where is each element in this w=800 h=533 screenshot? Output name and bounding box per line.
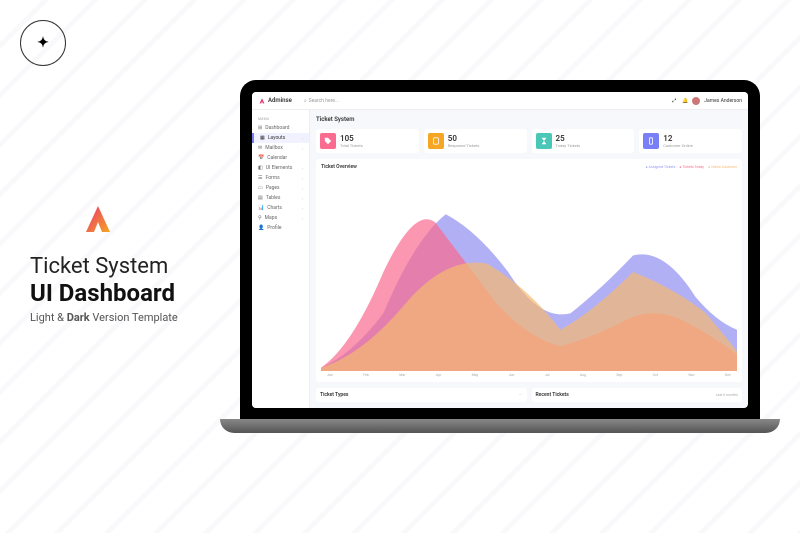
stat-value: 25 <box>556 134 581 143</box>
chart-xaxis: JanFebMarAprMayJunJulAugSepOctNovDec <box>321 371 737 377</box>
app-window: Adminse ⌕ Search here... ⤢ 🔔 James Ander… <box>252 92 748 408</box>
topbar: Adminse ⌕ Search here... ⤢ 🔔 James Ander… <box>252 92 748 110</box>
stat-row: 105Total Tickets 50Responed Tickets 25To… <box>316 129 742 153</box>
brand-name: Adminse <box>268 97 292 104</box>
promo-title1: Ticket System <box>30 254 178 279</box>
legend-item[interactable]: Assigned Tickets <box>646 165 676 169</box>
sidebar-item-dashboard[interactable]: ⊞Dashboard <box>252 123 309 133</box>
sidebar-item-label: Pages <box>266 185 280 191</box>
chevron-right-icon: › <box>302 206 303 211</box>
stat-card-today[interactable]: 25Today Tickets <box>532 129 635 153</box>
card-title: Ticket Types <box>320 392 349 398</box>
sidebar-item-label: Mailbox <box>265 145 283 151</box>
chevron-right-icon: › <box>302 146 303 151</box>
sidebar-item-maps[interactable]: ⚲Maps› <box>252 213 309 223</box>
username[interactable]: James Anderson <box>704 98 742 104</box>
expand-icon[interactable]: ⤢ <box>672 98 678 104</box>
stat-value: 12 <box>663 134 693 143</box>
chart-title: Ticket Overview <box>321 164 357 170</box>
stat-label: Total Tickets <box>340 143 363 148</box>
chart-card: Ticket Overview Assigned Tickets Tickets… <box>316 159 742 382</box>
promo-logo-icon <box>78 200 118 240</box>
card-title: Recent Tickets <box>536 392 569 398</box>
sidebar-item-label: Layouts <box>268 135 286 141</box>
sidebar-item-calendar[interactable]: 📅Calendar <box>252 153 309 163</box>
stat-label: Today Tickets <box>556 143 581 148</box>
chevron-right-icon: › <box>302 136 303 141</box>
promo-subtitle: Light & Dark Version Template <box>30 311 178 324</box>
stat-card-online[interactable]: 12Customer Online <box>639 129 742 153</box>
sidebar-item-label: Tables <box>266 195 281 201</box>
stat-value: 50 <box>448 134 480 143</box>
sidebar-item-label: Charts <box>267 205 282 211</box>
legend-item[interactable]: Tickets Today <box>679 165 704 169</box>
sidebar-item-uielements[interactable]: ◧UI Elements› <box>252 163 309 173</box>
sidebar-item-label: UI Elements <box>266 165 293 171</box>
chevron-right-icon: › <box>302 216 303 221</box>
brand-logo-icon <box>258 97 266 105</box>
promo-block: Ticket System UI Dashboard Light & Dark … <box>30 200 178 324</box>
stat-label: Customer Online <box>663 143 693 148</box>
device-icon <box>428 133 444 149</box>
chevron-right-icon: › <box>302 176 303 181</box>
sidebar-item-label: Calendar <box>267 155 287 161</box>
chart-area <box>321 173 737 371</box>
stat-card-responded[interactable]: 50Responed Tickets <box>424 129 527 153</box>
bottom-row: Ticket Types ⋯ Recent Tickets Last 6 month… <box>316 388 742 402</box>
avatar[interactable] <box>692 97 700 105</box>
chevron-right-icon: › <box>302 166 303 171</box>
card-recent-tickets[interactable]: Recent Tickets Last 6 months <box>532 388 743 402</box>
sidebar-item-label: Maps <box>265 215 277 221</box>
sidebar-item-label: Dashboard <box>265 125 289 131</box>
search-placeholder: Search here... <box>309 98 339 104</box>
phone-icon <box>643 133 659 149</box>
sidebar-item-forms[interactable]: ☰Forms› <box>252 173 309 183</box>
hourglass-icon <box>536 133 552 149</box>
sidebar-heading: MENU <box>252 114 309 123</box>
stat-value: 105 <box>340 134 363 143</box>
chevron-right-icon: › <box>302 186 303 191</box>
victorthemes-badge: ✦ <box>20 20 66 66</box>
legend-item[interactable]: Online Customer <box>708 165 737 169</box>
main-content: Ticket System 105Total Tickets 50Respone… <box>310 110 748 408</box>
stat-label: Responed Tickets <box>448 143 480 148</box>
card-ticket-types[interactable]: Ticket Types ⋯ <box>316 388 527 402</box>
more-icon[interactable]: ⋯ <box>519 393 523 397</box>
promo-title2: UI Dashboard <box>30 279 178 307</box>
page-title: Ticket System <box>316 116 742 123</box>
sidebar-item-label: Forms <box>265 175 279 181</box>
card-subtitle: Last 6 months <box>716 393 738 397</box>
search-icon: ⌕ <box>304 98 307 104</box>
bell-icon[interactable]: 🔔 <box>682 98 688 104</box>
sidebar-item-mailbox[interactable]: ✉Mailbox› <box>252 143 309 153</box>
tag-icon <box>320 133 336 149</box>
brand[interactable]: Adminse <box>258 97 292 105</box>
stat-card-total[interactable]: 105Total Tickets <box>316 129 419 153</box>
sidebar-item-layouts[interactable]: ▦Layouts› <box>252 133 309 143</box>
sidebar-item-charts[interactable]: 📊Charts› <box>252 203 309 213</box>
laptop-mockup: Adminse ⌕ Search here... ⤢ 🔔 James Ander… <box>220 80 780 480</box>
sidebar: MENU ⊞Dashboard ▦Layouts› ✉Mailbox› 📅Cal… <box>252 110 310 408</box>
sidebar-item-tables[interactable]: ▤Tables› <box>252 193 309 203</box>
chart-legend: Assigned Tickets Tickets Today Online Cu… <box>646 165 737 169</box>
sidebar-item-pages[interactable]: ▭Pages› <box>252 183 309 193</box>
chevron-right-icon: › <box>302 196 303 201</box>
sidebar-item-profile[interactable]: 👤Profile <box>252 223 309 233</box>
search-input[interactable]: ⌕ Search here... <box>304 98 339 104</box>
sidebar-item-label: Profile <box>267 225 281 231</box>
